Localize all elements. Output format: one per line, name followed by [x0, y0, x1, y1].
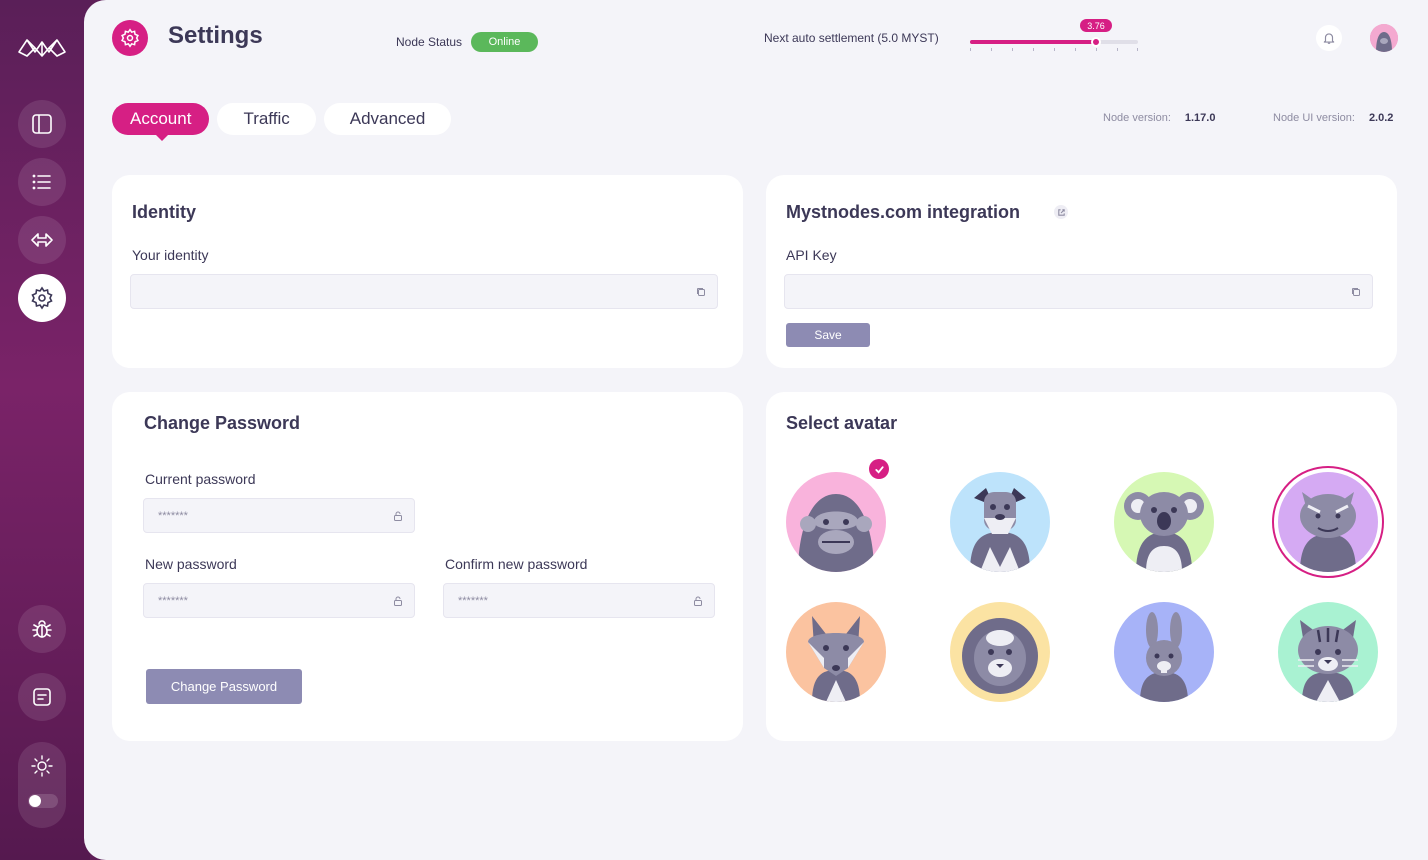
confirm-password-input[interactable]: *******: [443, 583, 715, 618]
node-version: Node version: 1.17.0: [1103, 112, 1215, 124]
api-key-input[interactable]: [784, 274, 1373, 309]
select-avatar-card: Select avatar: [766, 392, 1397, 741]
avatar-gorilla[interactable]: [786, 472, 886, 572]
node-ui-version-label: Node UI version:: [1273, 112, 1355, 124]
sidebar-sessions-button[interactable]: [18, 158, 66, 206]
dark-mode-toggle[interactable]: [28, 794, 58, 808]
identity-title: Identity: [132, 202, 197, 222]
lion-icon: [950, 602, 1050, 702]
dashboard-icon: [32, 114, 52, 134]
sidebar-bug-report-button[interactable]: [18, 605, 66, 653]
lock-icon: [394, 596, 402, 606]
avatar-rabbit[interactable]: [1114, 602, 1214, 702]
new-password-value: *******: [158, 594, 188, 607]
theme-switcher: [18, 742, 66, 828]
settings-tabs: Account Traffic Advanced: [112, 103, 452, 141]
sidebar-settings-button[interactable]: [18, 274, 66, 322]
notifications-button[interactable]: [1316, 25, 1342, 51]
current-password-input[interactable]: *******: [143, 498, 415, 533]
avatar-koala[interactable]: [1114, 472, 1214, 572]
fox-icon: [786, 602, 886, 702]
schnauzer-icon: [950, 472, 1050, 572]
sidebar-notes-button[interactable]: [18, 673, 66, 721]
save-button[interactable]: Save: [786, 323, 870, 347]
confirm-password-label: Confirm new password: [445, 556, 588, 572]
tab-advanced[interactable]: Advanced: [323, 103, 452, 135]
select-avatar-title: Select avatar: [786, 413, 898, 433]
avatar-cat[interactable]: [1278, 472, 1378, 572]
gear-icon: [121, 28, 139, 48]
bug-icon: [32, 620, 52, 638]
api-key-label: API Key: [786, 247, 837, 263]
settlement-thumb: [1091, 37, 1102, 47]
node-ui-version: Node UI version: 2.0.2: [1273, 112, 1393, 124]
current-password-value: *******: [158, 509, 188, 522]
avatar-schnauzer[interactable]: [950, 472, 1050, 572]
bell-icon: [1323, 33, 1335, 44]
mystnodes-card: Mystnodes.com integration API Key Save: [766, 175, 1397, 368]
status-badge: Online: [471, 32, 538, 52]
mysterium-logo[interactable]: [17, 30, 67, 60]
list-icon: [32, 174, 51, 190]
sun-icon: [31, 755, 53, 777]
sidebar-dashboard-button[interactable]: [18, 100, 66, 148]
settings-header-icon: [112, 20, 148, 56]
tab-traffic[interactable]: Traffic: [217, 103, 316, 135]
sidebar-transactions-button[interactable]: [18, 216, 66, 264]
settlement-progress-fill: [970, 40, 1097, 44]
koala-icon: [1114, 472, 1214, 572]
avatar-tabby-cat[interactable]: [1278, 602, 1378, 702]
settlement-ticks: [970, 48, 1138, 51]
settlement-value-badge: 3.76: [1080, 19, 1112, 32]
selected-check-icon: [869, 459, 889, 479]
copy-icon[interactable]: [695, 286, 707, 298]
document-icon: [33, 688, 51, 706]
tabby-cat-icon: [1278, 602, 1378, 702]
gorilla-avatar-icon: [1370, 24, 1398, 52]
change-password-card: Change Password Current password *******…: [112, 392, 743, 741]
transfer-arrows-icon: [31, 233, 53, 247]
node-version-value: 1.17.0: [1184, 112, 1216, 124]
node-ui-version-value: 2.0.2: [1368, 112, 1394, 124]
main-content: Settings Node Status Online Next auto se…: [84, 0, 1428, 860]
confirm-password-value: *******: [458, 594, 488, 607]
gear-icon: [31, 286, 53, 310]
avatar-fox[interactable]: [786, 602, 886, 702]
new-password-label: New password: [145, 556, 237, 572]
change-password-button[interactable]: Change Password: [146, 669, 302, 704]
tab-account[interactable]: Account: [112, 103, 210, 141]
sidebar: [0, 0, 90, 860]
node-status-label: Node Status: [396, 35, 463, 49]
settlement-label: Next auto settlement (5.0 MYST): [764, 31, 939, 45]
page-title: Settings: [168, 22, 263, 49]
rabbit-icon: [1114, 602, 1214, 702]
cat-icon: [1278, 472, 1378, 572]
current-password-label: Current password: [145, 471, 256, 487]
external-link-icon[interactable]: [1054, 205, 1068, 219]
lock-icon: [694, 596, 702, 606]
identity-label: Your identity: [132, 247, 209, 263]
avatar-lion[interactable]: [950, 602, 1050, 702]
copy-icon[interactable]: [1350, 286, 1362, 298]
change-password-title: Change Password: [144, 413, 301, 433]
identity-field[interactable]: [130, 274, 718, 309]
mystnodes-title: Mystnodes.com integration: [786, 202, 1021, 222]
lock-icon: [394, 511, 402, 521]
user-avatar[interactable]: [1370, 24, 1398, 52]
gorilla-icon: [786, 472, 886, 572]
settlement-progress: [970, 37, 1138, 47]
node-version-label: Node version:: [1103, 112, 1171, 124]
toggle-knob: [29, 795, 41, 807]
identity-card: Identity Your identity: [112, 175, 743, 368]
new-password-input[interactable]: *******: [143, 583, 415, 618]
